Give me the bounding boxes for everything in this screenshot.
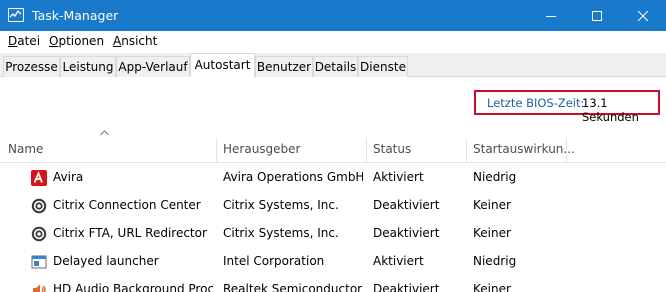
app-window-icon (31, 255, 47, 269)
row-publisher: Avira Operations GmbH ... (223, 170, 363, 184)
bios-time-value: 13.1 Sekunden (582, 96, 639, 124)
row-publisher: Intel Corporation (223, 254, 325, 268)
row-status: Aktiviert (373, 170, 424, 184)
minimize-icon (546, 15, 556, 17)
tab-leistung[interactable]: Leistung (60, 56, 116, 77)
tab-bar: Prozesse Leistung App-Verlauf Autostart … (0, 53, 666, 77)
row-status: Deaktiviert (373, 282, 440, 292)
autostart-panel: Letzte BIOS-Zeit: 13.1 Sekunden Name Her… (0, 77, 666, 292)
menu-datei[interactable]: Datei (8, 34, 40, 48)
bios-time-label: Letzte BIOS-Zeit: (487, 96, 585, 110)
title-bar[interactable]: Task-Manager (0, 0, 666, 31)
menu-ansicht[interactable]: Ansicht (113, 34, 157, 48)
row-name: Avira (53, 170, 84, 184)
row-publisher: Realtek Semiconductor (223, 282, 363, 292)
column-header-impact[interactable]: Startauswirkun... (473, 142, 575, 156)
column-divider[interactable] (366, 138, 367, 162)
table-row[interactable]: Avira Avira Operations GmbH ... Aktivier… (0, 163, 666, 191)
row-publisher: Citrix Systems, Inc. (223, 198, 339, 212)
column-header-status[interactable]: Status (373, 142, 411, 156)
row-impact: Keiner (473, 282, 511, 292)
row-name: Citrix FTA, URL Redirector (53, 226, 207, 240)
row-impact: Keiner (473, 226, 511, 240)
speaker-icon (33, 284, 46, 292)
maximize-icon (592, 10, 602, 21)
row-status: Deaktiviert (373, 198, 440, 212)
column-divider[interactable] (566, 138, 567, 162)
close-icon (638, 10, 648, 21)
row-name: Citrix Connection Center (53, 198, 201, 212)
close-button[interactable] (620, 0, 666, 31)
tab-prozesse[interactable]: Prozesse (3, 56, 60, 77)
column-header-publisher[interactable]: Herausgeber (223, 142, 300, 156)
column-divider[interactable] (466, 138, 467, 162)
table-row[interactable]: Citrix FTA, URL Redirector Citrix System… (0, 219, 666, 247)
tab-autostart[interactable]: Autostart (190, 53, 255, 77)
avira-icon (31, 170, 47, 186)
maximize-button[interactable] (574, 0, 620, 31)
sort-ascending-icon (100, 130, 109, 136)
column-header-name[interactable]: Name (8, 142, 43, 156)
bios-time-box: Letzte BIOS-Zeit: 13.1 Sekunden (474, 90, 660, 124)
row-publisher: Citrix Systems, Inc. (223, 226, 339, 240)
citrix-icon (31, 198, 47, 214)
minimize-button[interactable] (528, 0, 574, 31)
menu-bar: Datei Optionen Ansicht (0, 31, 666, 53)
menu-optionen[interactable]: Optionen (49, 34, 104, 48)
citrix-icon (31, 226, 47, 242)
table-row[interactable]: HD Audio Background Proc... Realtek Semi… (0, 275, 666, 292)
tab-dienste[interactable]: Dienste (358, 56, 408, 77)
row-impact: Niedrig (473, 170, 517, 184)
row-impact: Niedrig (473, 254, 517, 268)
column-header-row: Name Herausgeber Status Startauswirkun..… (0, 138, 666, 163)
tab-benutzer[interactable]: Benutzer (255, 56, 313, 77)
tab-details[interactable]: Details (313, 56, 358, 77)
task-manager-icon (8, 8, 24, 22)
row-status: Aktiviert (373, 254, 424, 268)
tab-app-verlauf[interactable]: App-Verlauf (116, 56, 190, 77)
window-title: Task-Manager (32, 8, 119, 23)
row-name: HD Audio Background Proc... (53, 282, 213, 292)
table-row[interactable]: Citrix Connection Center Citrix Systems,… (0, 191, 666, 219)
table-row[interactable]: Delayed launcher Intel Corporation Aktiv… (0, 247, 666, 275)
row-impact: Keiner (473, 198, 511, 212)
row-status: Deaktiviert (373, 226, 440, 240)
row-name: Delayed launcher (53, 254, 159, 268)
column-divider[interactable] (216, 138, 217, 162)
